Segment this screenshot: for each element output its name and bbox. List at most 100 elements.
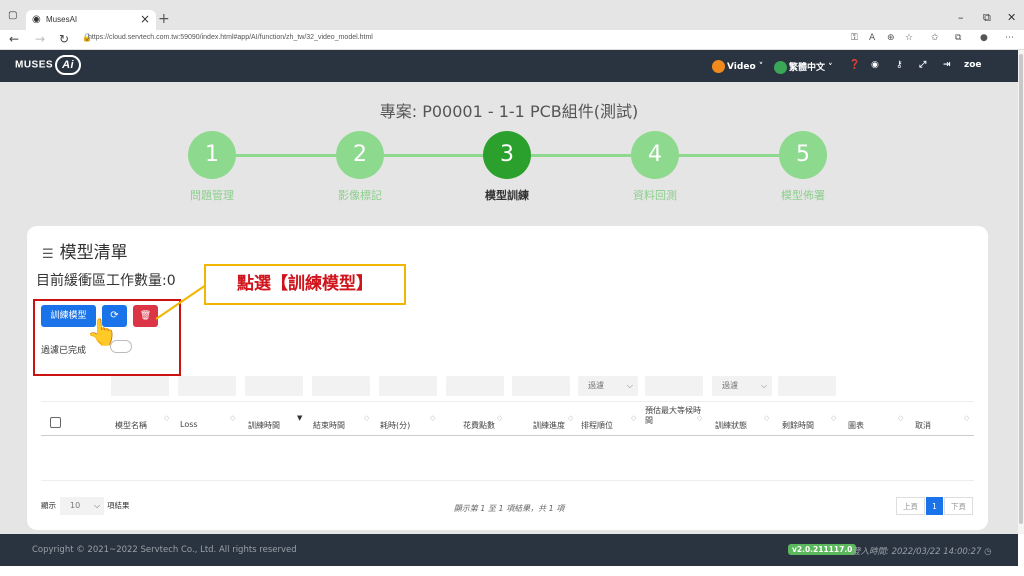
filter-remaining[interactable]	[778, 376, 836, 396]
filter-loss[interactable]	[178, 376, 236, 396]
profile-icon[interactable]: ●	[980, 33, 988, 43]
more-icon[interactable]: ⋯	[1005, 33, 1014, 43]
url-field[interactable]: https://cloud.servtech.com.tw:59090/inde…	[88, 34, 373, 41]
version-badge: v2.0.211117.0	[788, 544, 857, 555]
sort-icon[interactable]: ◇	[697, 414, 702, 422]
step-connector	[531, 154, 631, 157]
video-menu[interactable]: Video ˅	[712, 60, 763, 73]
reload-icon[interactable]: ↻	[59, 32, 69, 46]
filter-progress[interactable]	[512, 376, 570, 396]
col-status[interactable]: 訓練狀態	[715, 420, 747, 431]
forward-icon[interactable]: →	[35, 32, 45, 46]
clock-icon: ◷	[984, 547, 992, 557]
select-all-checkbox[interactable]	[50, 417, 61, 428]
tab-title: MusesAI	[46, 15, 78, 24]
filter-status-select[interactable]: 過濾 ⌵	[712, 376, 772, 396]
tab-actions-icon[interactable]: ▢	[8, 10, 17, 21]
project-title: 專案: P00001 - 1-1 PCB組件(測試)	[379, 102, 639, 121]
new-tab-button[interactable]: +	[158, 11, 170, 27]
tab-close-icon[interactable]: ×	[140, 12, 150, 26]
browser-tab[interactable]: ◉ MusesAI ×	[26, 10, 156, 30]
filter-cost[interactable]	[446, 376, 504, 396]
muses-ai-logo: MUSES Ai	[15, 55, 82, 75]
sort-icon[interactable]: ◇	[164, 414, 169, 422]
sort-icon[interactable]: ◇	[430, 414, 435, 422]
col-cancel[interactable]: 取消	[915, 420, 931, 431]
step-1-circle[interactable]: 1	[188, 131, 236, 179]
sort-icon[interactable]: ◇	[230, 414, 235, 422]
pointer-hand-icon: 👆	[86, 318, 119, 348]
globe-icon	[774, 61, 787, 74]
table-header-top-border	[41, 401, 974, 402]
col-train-time[interactable]: 訓練時間	[248, 420, 280, 431]
step-5-circle[interactable]: 5	[779, 131, 827, 179]
filter-model-name[interactable]	[111, 376, 169, 396]
username[interactable]: zoe	[964, 60, 982, 70]
step-5-label[interactable]: 模型佈署	[758, 187, 848, 203]
fullscreen-icon[interactable]: ⤢	[919, 60, 926, 70]
step-4-circle[interactable]: 4	[631, 131, 679, 179]
close-window-icon[interactable]: ✕	[1007, 11, 1016, 24]
zoom-icon[interactable]: ⊕	[887, 33, 895, 43]
sort-icon[interactable]: ◇	[631, 414, 636, 422]
page-1-button[interactable]: 1	[926, 497, 943, 515]
language-menu[interactable]: 繁體中文 ˅	[774, 60, 833, 74]
callout-annotation: 點選【訓練模型】	[204, 264, 406, 305]
sort-icon[interactable]: ◇	[764, 414, 769, 422]
login-time: 登入時間: 2022/03/22 14:00:27 ◷	[852, 545, 992, 557]
table-bottom-border	[41, 480, 974, 481]
help-icon[interactable]: ❓	[849, 60, 860, 70]
sort-icon[interactable]: ◇	[964, 414, 969, 422]
login-time-value: 2022/03/22 14:00:27	[891, 547, 982, 557]
window-bottom-edge	[0, 566, 1024, 576]
read-aloud-icon[interactable]: A	[869, 33, 875, 43]
col-progress[interactable]: 訓練進度	[533, 420, 565, 431]
card-title: ☰ 模型清單	[42, 238, 128, 263]
sort-icon[interactable]: ◇	[831, 414, 836, 422]
step-4-label[interactable]: 資料回測	[610, 187, 700, 203]
favicon-icon: ◉	[32, 14, 41, 25]
back-icon[interactable]: ←	[9, 32, 19, 46]
key-icon[interactable]: ⚿	[851, 33, 858, 43]
sort-icon[interactable]: ◇	[364, 414, 369, 422]
minimize-icon[interactable]: –	[958, 11, 964, 24]
key-settings-icon[interactable]: ⚷	[896, 60, 903, 70]
video-icon	[712, 60, 725, 73]
filter-wait-time[interactable]	[645, 376, 703, 396]
col-schedule[interactable]: 排程順位	[581, 420, 613, 431]
filter-schedule-select[interactable]: 過濾 ⌵	[578, 376, 638, 396]
sort-icon[interactable]: ◇	[568, 414, 573, 422]
col-cost[interactable]: 花費點數	[463, 420, 495, 431]
favorites-bar-icon[interactable]: ✩	[931, 33, 939, 43]
sort-icon[interactable]: ◇	[497, 414, 502, 422]
logout-icon[interactable]: ⇥	[943, 60, 951, 70]
step-3-label[interactable]: 模型訓練	[462, 187, 552, 203]
filter-train-time[interactable]	[245, 376, 303, 396]
login-label: 登入時間:	[852, 547, 889, 557]
next-page-button[interactable]: 下頁	[944, 497, 973, 515]
col-model-name[interactable]: 模型名稱	[115, 420, 147, 431]
favorite-icon[interactable]: ☆	[905, 33, 913, 43]
col-duration[interactable]: 耗時(分)	[380, 420, 410, 431]
step-3-circle[interactable]: 3	[483, 131, 531, 179]
scrollbar-thumb[interactable]	[1019, 54, 1023, 524]
step-2-label[interactable]: 影像標記	[315, 187, 405, 203]
sort-desc-icon[interactable]: ▼	[297, 414, 302, 422]
restore-icon[interactable]: ⧉	[983, 11, 991, 25]
col-wait-time[interactable]: 預估最大等候時間	[645, 406, 701, 426]
col-chart[interactable]: 圖表	[848, 420, 864, 431]
step-1-label[interactable]: 問題管理	[167, 187, 257, 203]
step-2-circle[interactable]: 2	[336, 131, 384, 179]
filter-select-value: 過濾	[588, 381, 604, 390]
card-title-text: 模型清單	[59, 243, 128, 263]
col-loss[interactable]: Loss	[180, 420, 198, 429]
prev-page-button[interactable]: 上頁	[896, 497, 925, 515]
callout-pointer	[155, 284, 207, 320]
filter-end-time[interactable]	[312, 376, 370, 396]
record-icon[interactable]: ◉	[871, 60, 879, 70]
col-remaining[interactable]: 剩餘時間	[782, 420, 814, 431]
sort-icon[interactable]: ◇	[898, 414, 903, 422]
collections-icon[interactable]: ⧉	[955, 33, 961, 43]
col-end-time[interactable]: 結束時間	[313, 420, 345, 431]
filter-duration[interactable]	[379, 376, 437, 396]
